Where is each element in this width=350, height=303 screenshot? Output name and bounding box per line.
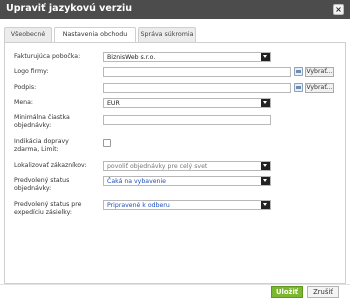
- folder-icon[interactable]: [294, 83, 303, 92]
- branch-select[interactable]: BiznisWeb s.r.o.: [103, 52, 271, 62]
- currency-value: EUR: [107, 100, 120, 107]
- logo-field[interactable]: [103, 67, 291, 77]
- chevron-down-icon: [261, 53, 270, 61]
- tab-privacy[interactable]: Správa súkromia: [138, 27, 196, 43]
- localize-value: povoliť objednávky pre celý svet: [107, 163, 208, 170]
- dialog-title: Upraviť jazykovú verziu: [6, 3, 133, 14]
- chevron-down-icon: [261, 201, 270, 209]
- currency-label: Mena:: [14, 99, 33, 106]
- folder-icon[interactable]: [294, 67, 303, 76]
- dialog-titlebar: Upraviť jazykovú verziu ×: [0, 0, 350, 19]
- save-button[interactable]: Uložiť: [271, 286, 303, 298]
- min-order-label: Minimálna čiastka objednávky:: [14, 114, 70, 129]
- tab-general[interactable]: Všeobecné: [4, 27, 52, 43]
- chevron-down-icon: [261, 177, 270, 185]
- dispatch-status-select[interactable]: Pripravené k odberu: [103, 200, 271, 210]
- free-shipping-checkbox[interactable]: [103, 139, 111, 147]
- logo-browse-button[interactable]: Vybrať...: [305, 67, 334, 77]
- close-icon[interactable]: ×: [333, 4, 344, 15]
- localize-label: Lokalizovať zákazníkov:: [14, 162, 87, 169]
- free-shipping-label: Indikácia dopravy zdarma, Limit:: [14, 138, 69, 153]
- order-status-label: Predvolený status objednávky:: [14, 177, 70, 192]
- min-order-field[interactable]: [103, 115, 271, 125]
- tab-panel-shop-settings: Fakturujúca pobočka: BiznisWeb s.r.o. Lo…: [4, 42, 346, 284]
- cancel-button[interactable]: Zrušiť: [307, 286, 339, 298]
- logo-label: Logo firmy:: [14, 68, 49, 75]
- signature-browse-button[interactable]: Vybrať...: [305, 83, 334, 93]
- chevron-down-icon: [261, 162, 270, 170]
- currency-select[interactable]: EUR: [103, 98, 271, 108]
- edit-language-dialog: Upraviť jazykovú verziu × Všeobecné Nast…: [0, 0, 350, 303]
- footer-divider: [0, 284, 350, 285]
- tab-bar: Všeobecné Nastavenia obchodu Správa súkr…: [4, 27, 346, 44]
- localize-select[interactable]: povoliť objednávky pre celý svet: [103, 161, 271, 171]
- order-status-value: Čaká na vybavenie: [107, 178, 166, 185]
- chevron-down-icon: [261, 99, 270, 107]
- signature-field[interactable]: [103, 83, 291, 93]
- order-status-select[interactable]: Čaká na vybavenie: [103, 176, 271, 186]
- dispatch-status-label: Predvolený status pre expedíciu zásielky…: [14, 201, 82, 216]
- branch-label: Fakturujúca pobočka:: [14, 53, 81, 60]
- signature-label: Podpis:: [14, 84, 37, 91]
- branch-value: BiznisWeb s.r.o.: [107, 54, 156, 61]
- dispatch-status-value: Pripravené k odberu: [107, 202, 170, 209]
